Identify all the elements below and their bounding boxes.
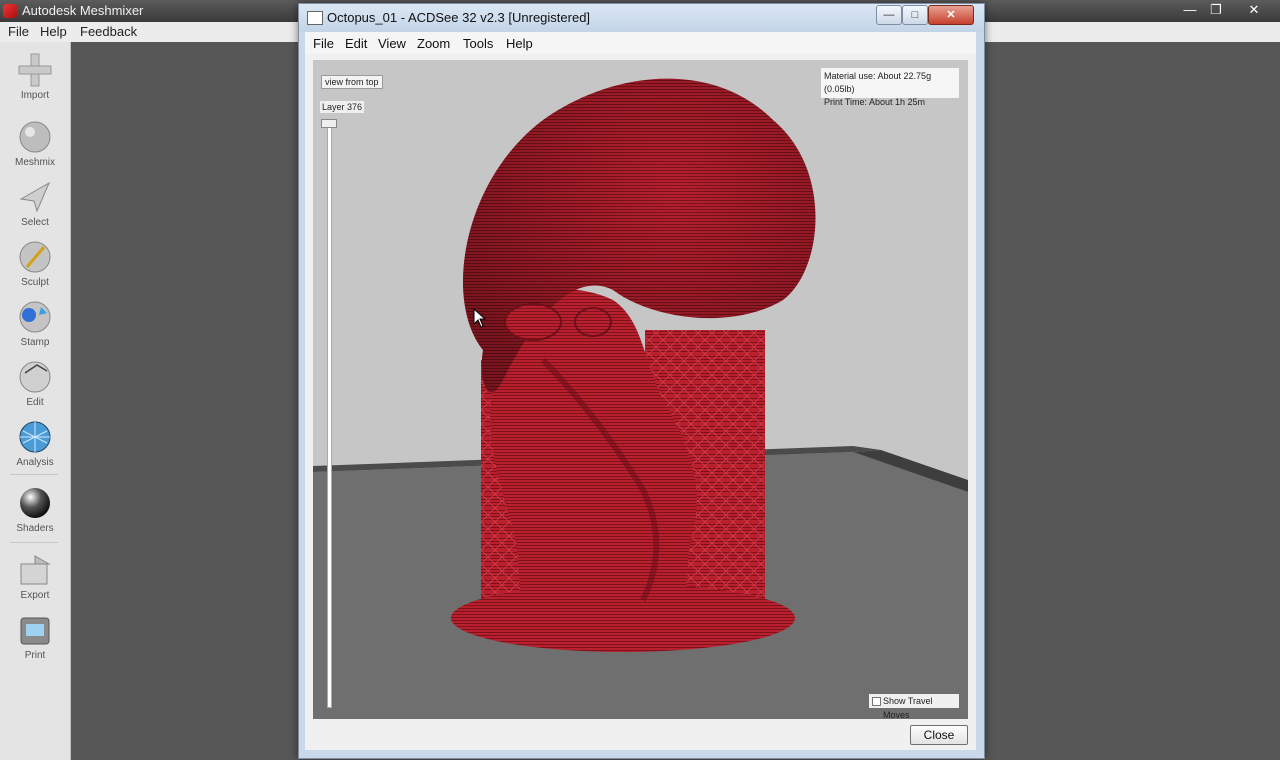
tool-label: Analysis [16,457,54,468]
octopus-eye-left [504,303,562,341]
tool-edit[interactable]: Edit [0,359,70,408]
menu-view[interactable]: View [378,36,406,51]
view-from-top-button[interactable]: view from top [321,75,383,89]
sidebar-divider [10,542,58,543]
restore-icon[interactable]: ❐ [1201,0,1231,20]
tool-analysis[interactable]: Analysis [0,419,70,468]
show-travel-moves-label: Show Travel Moves [883,696,933,719]
mouse-cursor-icon [473,308,487,328]
sculpt-brush-icon [19,241,51,273]
octopus-eye-right [574,307,612,337]
tool-export[interactable]: Export [0,552,70,601]
select-arrow-icon [19,181,51,213]
tool-label: Stamp [20,337,50,348]
print-preview-viewport[interactable]: view from top Material use: About 22.75g… [313,60,968,719]
tool-meshmix[interactable]: Meshmix [0,119,70,168]
tool-shaders[interactable]: Shaders [0,485,70,534]
print-icon [20,617,50,645]
acdsee-dialog: Octopus_01 - ACDSee 32 v2.3 [Unregistere… [298,3,985,759]
tool-label: Sculpt [21,277,49,288]
tool-label: Print [24,650,46,661]
menu-edit[interactable]: Edit [345,36,367,51]
meshmix-icon [19,121,51,153]
tool-label: Meshmix [14,157,55,168]
dialog-menubar: File Edit View Zoom Tools Help [305,32,976,55]
close-icon[interactable]: ✕ [1239,0,1269,20]
tool-label: Shaders [16,523,54,534]
stamp-icon [19,301,51,333]
sidebar-divider [10,474,58,475]
print-time-text: Print Time: About 1h 25m [824,97,926,107]
image-app-icon [307,11,323,25]
export-icon [20,555,51,585]
show-travel-moves-option[interactable]: Show Travel Moves [869,694,959,719]
analysis-icon [19,421,51,453]
print-info-box: Material use: About 22.75g (0.05lb) Prin… [821,68,959,107]
minimize-icon[interactable]: — [876,5,902,25]
tool-import[interactable]: Import [0,52,70,101]
layer-slider-thumb[interactable] [321,119,337,128]
print-preview-scene[interactable] [313,60,968,719]
meshmixer-logo-icon [3,4,17,18]
close-icon[interactable]: ✕ [928,5,974,25]
meshmixer-title: Autodesk Meshmixer [22,3,144,18]
maximize-icon[interactable]: □ [902,5,928,25]
edit-sphere-icon [19,361,51,393]
tool-sculpt[interactable]: Sculpt [0,239,70,288]
dialog-client: view from top Material use: About 22.75g… [305,54,976,750]
dialog-titlebar[interactable]: Octopus_01 - ACDSee 32 v2.3 [Unregistere… [299,4,984,32]
dialog-title: Octopus_01 - ACDSee 32 v2.3 [Unregistere… [327,10,591,25]
close-button[interactable]: Close [910,725,968,745]
menu-help[interactable]: Help [506,36,533,51]
menu-help[interactable]: Help [40,24,67,39]
shaders-icon [20,488,50,518]
show-travel-moves-checkbox[interactable] [872,697,881,706]
tool-label: Select [21,217,49,228]
tool-label: Import [20,90,50,101]
tool-label: Edit [26,397,44,408]
tool-stamp[interactable]: Stamp [0,299,70,348]
material-use-text: Material use: About 22.75g (0.05lb) [824,71,932,94]
tool-label: Export [20,590,50,601]
tool-print[interactable]: Print [0,612,70,661]
layer-slider-track[interactable] [327,122,332,708]
menu-zoom[interactable]: Zoom [417,36,450,51]
menu-tools[interactable]: Tools [463,36,493,51]
tool-sidebar: Import Meshmix Select Sculpt Stamp Edit … [0,42,71,760]
plus-icon [18,53,52,87]
menu-file[interactable]: File [313,36,334,51]
menu-feedback[interactable]: Feedback [80,24,137,39]
tool-select[interactable]: Select [0,179,70,228]
menu-file[interactable]: File [8,24,29,39]
layer-label: Layer 376 [320,101,365,113]
